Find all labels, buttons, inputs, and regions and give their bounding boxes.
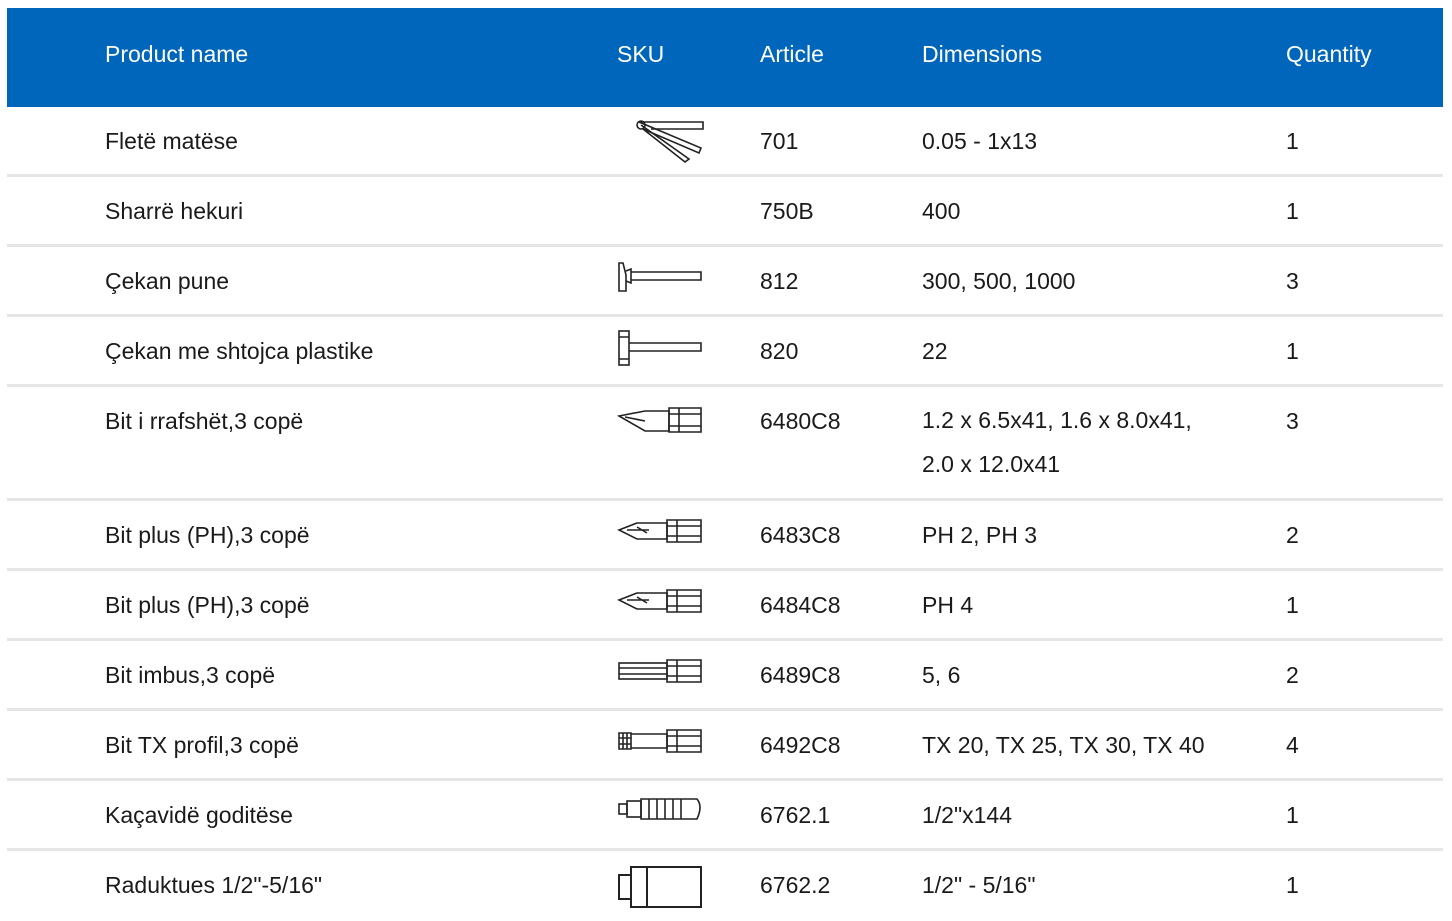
table-row: Bit plus (PH),3 copë 6483C8 PH 2, PH 3 2 (7, 501, 1443, 571)
article-number: 701 (760, 128, 799, 154)
hex-bit-icon (617, 649, 707, 699)
dimensions: 0.05 - 1x13 (922, 128, 1038, 154)
dimensions: PH 4 (922, 592, 974, 618)
header-dimensions[interactable]: Dimensions (922, 41, 1042, 68)
table-header: Product name SKU Article Dimensions Quan… (7, 8, 1443, 107)
table-row: Kaçavidë goditëse 6762.1 1/2"x144 1 (7, 781, 1443, 851)
table-row: Raduktues 1/2"-5/16" 6762.2 1/2" - 5/16"… (7, 851, 1443, 918)
quantity: 1 (1286, 802, 1299, 828)
table-row: Bit plus (PH),3 copë 6484C8 PH 4 1 (7, 571, 1443, 641)
article-number: 6492C8 (760, 732, 841, 758)
flat-bit-icon (617, 395, 707, 445)
quantity: 4 (1286, 732, 1299, 758)
dimensions: 22 (922, 338, 948, 364)
quantity: 2 (1286, 522, 1299, 548)
table-row: Bit TX profil,3 copë 6492C8 TX 20, TX 25… (7, 711, 1443, 781)
product-name: Bit plus (PH),3 copë (105, 522, 310, 548)
dimensions: 1/2" - 5/16" (922, 872, 1036, 898)
quantity: 1 (1286, 592, 1299, 618)
article-number: 820 (760, 338, 799, 364)
product-name: Kaçavidë goditëse (105, 802, 293, 828)
hammer-icon (617, 255, 707, 305)
quantity: 1 (1286, 128, 1299, 154)
article-number: 6484C8 (760, 592, 841, 618)
table-row: Fletë matëse 701 0.05 - 1x13 1 (7, 107, 1443, 177)
dimensions: 400 (922, 198, 961, 224)
product-name: Raduktues 1/2"-5/16" (105, 872, 323, 898)
article-number: 6483C8 (760, 522, 841, 548)
article-number: 6762.1 (760, 802, 831, 828)
dimensions: 300, 500, 1000 (922, 268, 1076, 294)
header-sku[interactable]: SKU (617, 41, 664, 68)
dimensions: 1.2 x 6.5x41, 1.6 x 8.0x41, 2.0 x 12.0x4… (922, 407, 1192, 477)
torx-bit-icon (617, 719, 707, 769)
product-name: Çekan me shtojca plastike (105, 338, 374, 364)
quantity: 3 (1286, 408, 1299, 434)
header-article[interactable]: Article (760, 41, 824, 68)
table-row: Bit imbus,3 copë 6489C8 5, 6 2 (7, 641, 1443, 711)
soft-face-hammer-icon (617, 325, 707, 375)
product-name: Bit i rrafshët,3 copë (105, 408, 304, 434)
phillips-bit-icon (617, 579, 707, 629)
article-number: 812 (760, 268, 799, 294)
article-number: 6480C8 (760, 408, 841, 434)
article-number: 6762.2 (760, 872, 831, 898)
quantity: 1 (1286, 338, 1299, 364)
dimensions: 1/2"x144 (922, 802, 1013, 828)
header-product-name[interactable]: Product name (105, 41, 248, 68)
quantity: 3 (1286, 268, 1299, 294)
product-name: Bit TX profil,3 copë (105, 732, 299, 758)
impact-driver-icon (617, 789, 707, 839)
quantity: 2 (1286, 662, 1299, 688)
header-quantity[interactable]: Quantity (1286, 41, 1372, 68)
quantity: 1 (1286, 198, 1299, 224)
reducer-adapter-icon (617, 859, 707, 909)
product-table: Product name SKU Article Dimensions Quan… (7, 8, 1443, 918)
product-name: Fletë matëse (105, 128, 238, 154)
feeler-gauge-icon (617, 115, 707, 165)
quantity: 1 (1286, 872, 1299, 898)
table-row: Çekan me shtojca plastike 820 22 1 (7, 317, 1443, 387)
dimensions: 5, 6 (922, 662, 961, 688)
dimensions: TX 20, TX 25, TX 30, TX 40 (922, 732, 1205, 758)
table-row: Çekan pune 812 300, 500, 1000 3 (7, 247, 1443, 317)
article-number: 6489C8 (760, 662, 841, 688)
phillips-bit-icon (617, 509, 707, 559)
table-row: Sharrë hekuri 750B 400 1 (7, 177, 1443, 247)
dimensions: PH 2, PH 3 (922, 522, 1038, 548)
product-name: Bit imbus,3 copë (105, 662, 276, 688)
product-name: Çekan pune (105, 268, 230, 294)
product-name: Sharrë hekuri (105, 198, 244, 224)
product-name: Bit plus (PH),3 copë (105, 592, 310, 618)
article-number: 750B (760, 198, 814, 224)
table-row: Bit i rrafshët,3 copë 6480C8 1.2 x 6.5x4… (7, 387, 1443, 501)
